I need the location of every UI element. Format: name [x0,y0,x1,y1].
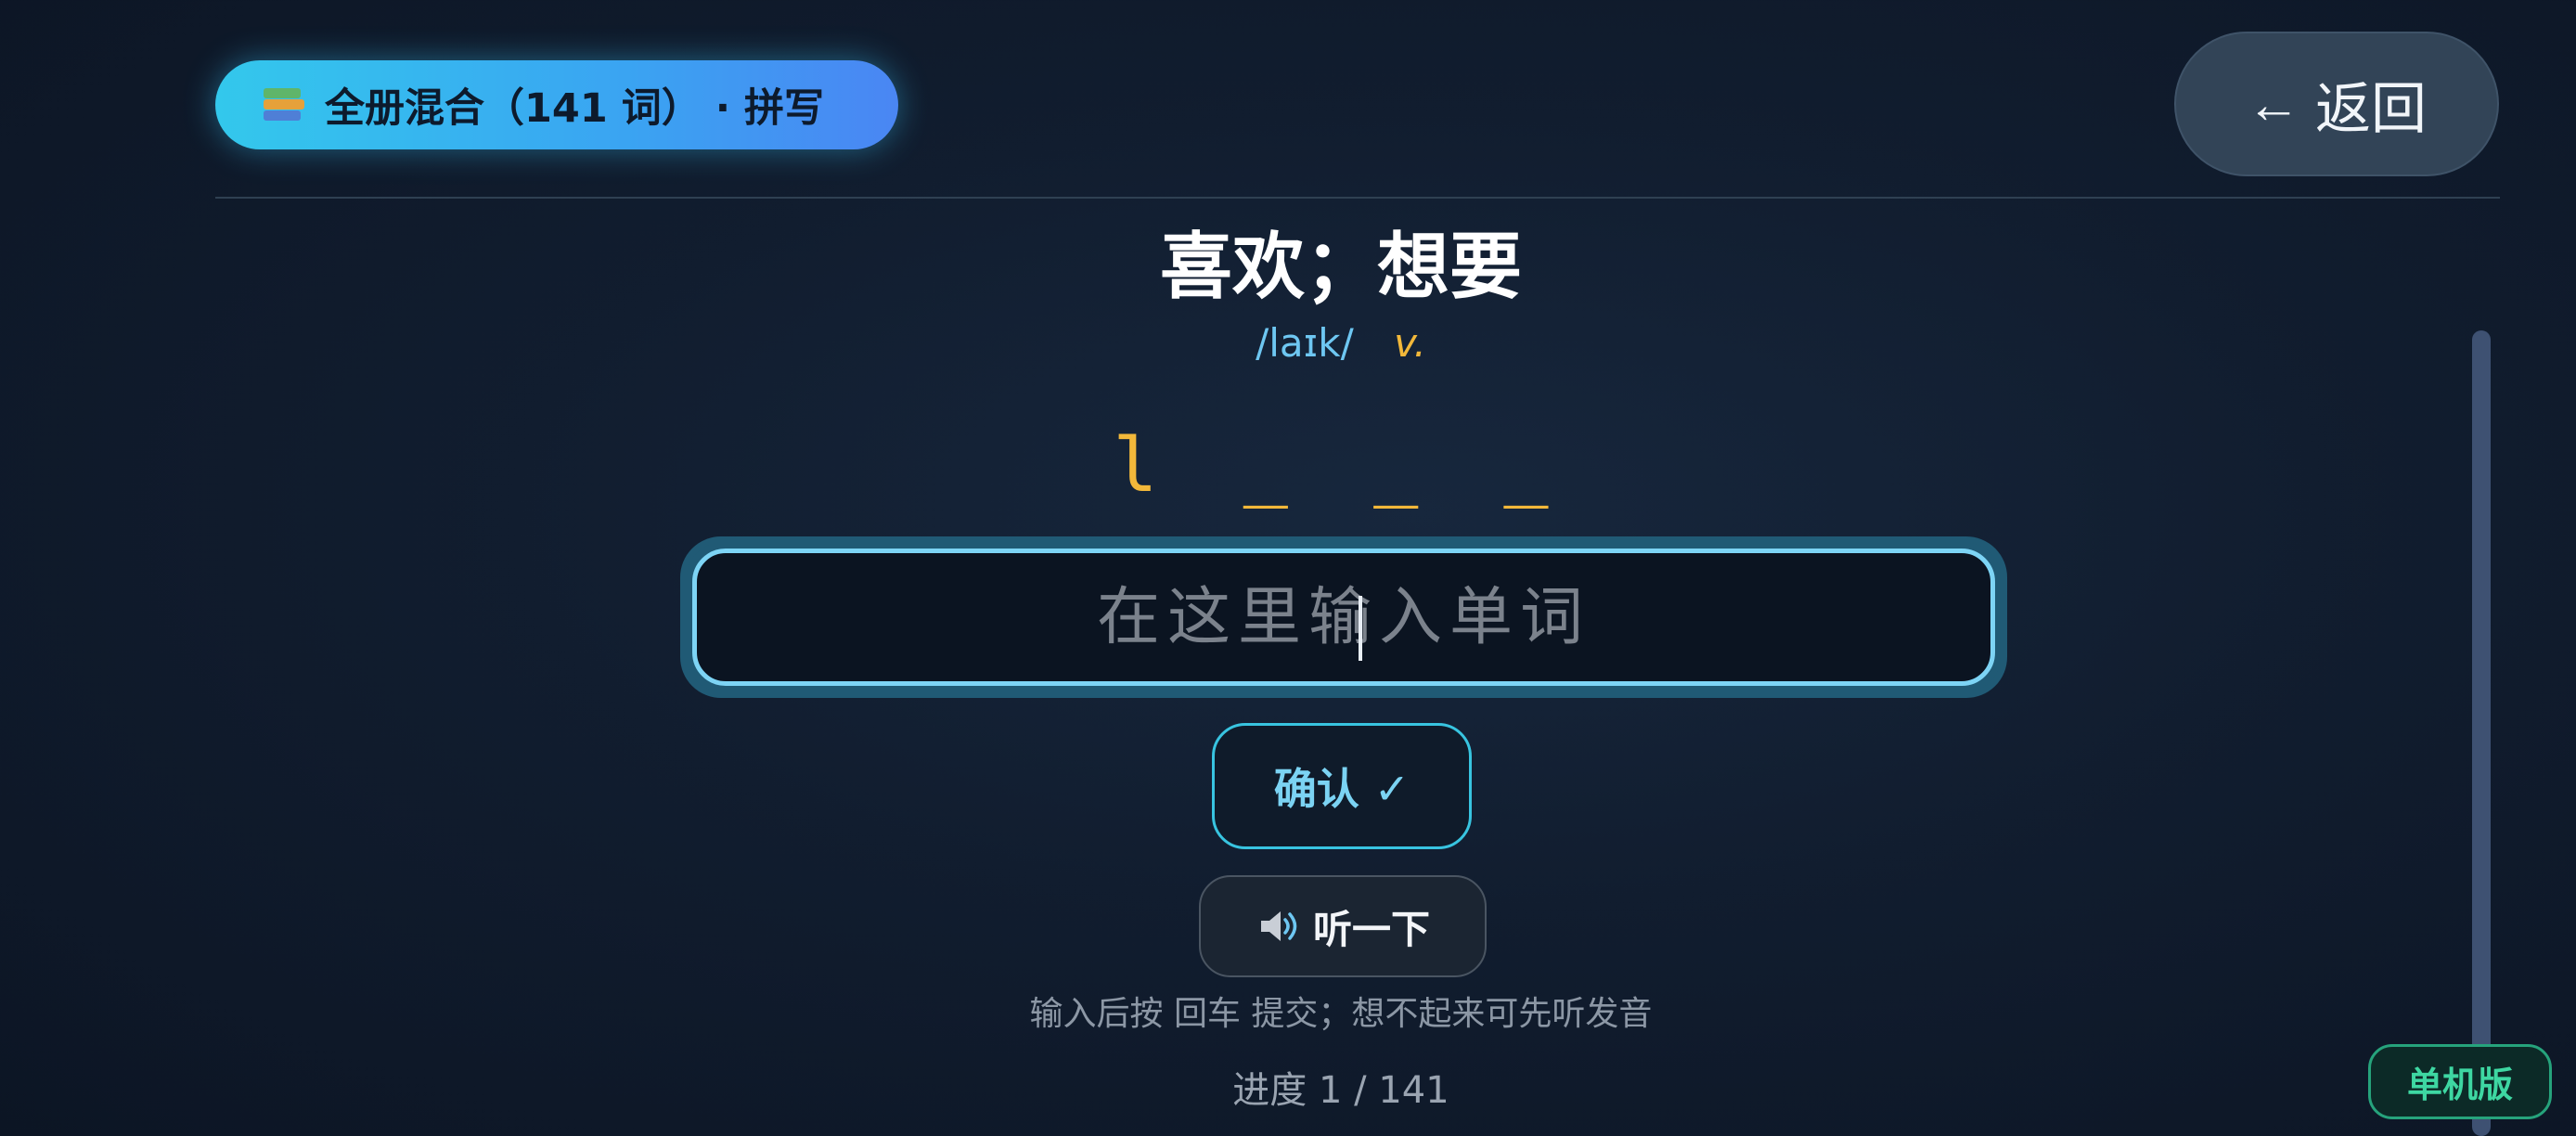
back-label: 返回 [2315,77,2427,140]
speaker-icon [1260,911,1297,941]
pronunciation-row: /laɪk/ v. [0,320,2576,366]
answer-input-box [692,549,1995,686]
confirm-label: 确认 ✓ [1273,764,1410,814]
back-button[interactable]: ← 返回 [2174,32,2499,176]
answer-input[interactable] [697,552,1990,682]
offline-badge: 单机版 [2368,1044,2552,1119]
confirm-button[interactable]: 确认 ✓ [1212,723,1472,849]
word-meaning: 喜欢；想要 [1159,226,1522,309]
header-divider [215,197,2500,199]
books-icon [260,84,308,125]
part-of-speech: v. [1394,320,1426,366]
progress-text: 进度 1 / 141 [1232,1069,1449,1112]
answer-input-frame [680,536,2007,698]
scrollbar[interactable] [2472,330,2491,1136]
phonetic: /laɪk/ [1256,320,1354,366]
input-tip: 输入后按 回车 提交；想不起来可先听发音 [1029,995,1653,1033]
deck-badge: 全册混合（141 词） · 拼写 [215,60,898,149]
arrow-left-icon: ← [2247,73,2300,135]
spelling-hint: l _ _ _ [1113,422,1569,509]
listen-label: 听一下 [1312,906,1430,952]
text-caret [1359,596,1362,661]
deck-label: 全册混合（141 词） · 拼写 [325,85,825,132]
listen-button[interactable]: 听一下 [1199,875,1487,977]
